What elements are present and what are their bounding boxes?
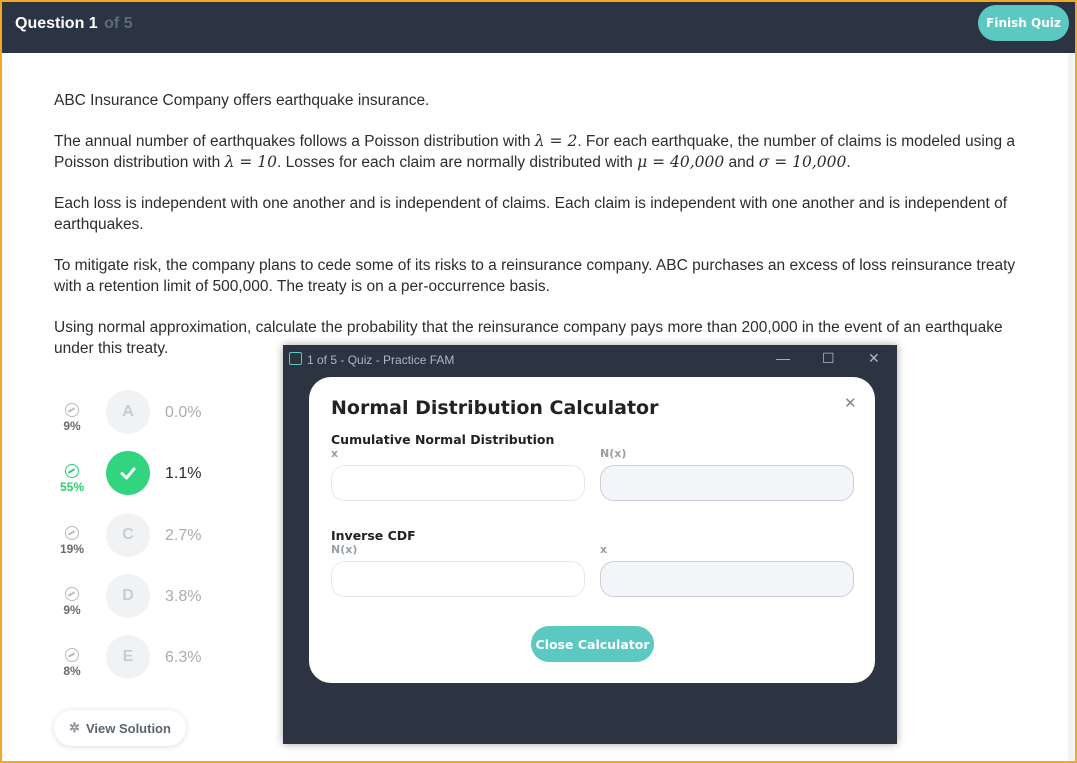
answer-value: 3.8% (165, 588, 202, 605)
cdf-nx-label: N(x) (600, 447, 627, 460)
option-b-button[interactable] (106, 451, 150, 495)
cdf-section-title: Cumulative Normal Distribution (331, 432, 555, 447)
text-segment: . Losses for each claim are normally dis… (276, 154, 638, 171)
option-a-button[interactable]: A (106, 390, 150, 434)
option-e-button[interactable]: E (106, 635, 150, 679)
inv-x-output[interactable] (600, 561, 854, 597)
option-c-button[interactable]: C (106, 513, 150, 557)
inv-x-label: x (600, 543, 608, 556)
text-segment: and (724, 154, 759, 171)
answer-value: 6.3% (165, 649, 202, 666)
cdf-nx-output[interactable] (600, 465, 854, 501)
cdf-x-input[interactable] (331, 465, 585, 501)
app-frame: Question 1 of 5 Finish Quiz ABC Insuranc… (2, 2, 1075, 761)
answer-value: 2.7% (165, 527, 202, 544)
math-sigma: σ = 10,000 (758, 153, 847, 171)
question-of: of 5 (104, 15, 133, 32)
question-paragraph-3: Each loss is independent with one anothe… (54, 195, 1008, 233)
answer-option-d[interactable]: 9% D 3.8% (54, 574, 254, 620)
answer-percent: 8% (63, 664, 81, 678)
edit-icon (289, 352, 302, 365)
finish-quiz-button[interactable]: Finish Quiz (978, 5, 1069, 41)
answer-stat: 9% (54, 587, 90, 617)
calculator-title: Normal Distribution Calculator (331, 397, 659, 419)
globe-icon (65, 648, 79, 662)
question-paragraph-2: The annual number of earthquakes follows… (54, 131, 1024, 173)
text-segment: . (846, 154, 851, 171)
cdf-x-label: x (331, 447, 339, 460)
answer-stat: 19% (54, 526, 90, 556)
globe-icon (65, 587, 79, 601)
answer-percent: 9% (63, 419, 81, 433)
answer-percent: 19% (59, 542, 85, 556)
question-counter: Question 1 of 5 (15, 15, 133, 33)
close-calculator-button[interactable]: Close Calculator (531, 626, 654, 662)
answer-option-b[interactable]: 55% 1.1% (54, 451, 254, 497)
top-bar: Question 1 of 5 Finish Quiz (2, 2, 1075, 53)
question-paragraph-4: To mitigate risk, the company plans to c… (54, 257, 1016, 295)
math-mu: μ = 40,000 (637, 153, 725, 171)
maximize-button[interactable]: ☐ (822, 350, 835, 367)
close-icon[interactable]: ✕ (844, 394, 857, 412)
sparkle-icon: ✲ (69, 720, 80, 735)
answer-value: 1.1% (165, 465, 202, 482)
view-solution-label: View Solution (85, 720, 171, 736)
math-lambda-2: λ = 10 (224, 153, 277, 171)
inverse-cdf-title: Inverse CDF (331, 528, 416, 543)
globe-icon (65, 403, 79, 417)
calculator-window: 1 of 5 - Quiz - Practice FAM — ☐ ✕ Norma… (283, 345, 897, 744)
answer-percent: 9% (63, 603, 81, 617)
window-close-button[interactable]: ✕ (868, 350, 880, 367)
globe-icon (65, 464, 79, 478)
page-scrollbar[interactable] (1068, 53, 1075, 761)
question-label: Question 1 (15, 15, 98, 32)
answer-option-c[interactable]: 19% C 2.7% (54, 513, 254, 559)
text-segment: The annual number of earthquakes follows… (54, 133, 535, 150)
globe-icon (65, 526, 79, 540)
question-text: ABC Insurance Company offers earthquake … (54, 90, 1024, 379)
answer-stat: 8% (54, 648, 90, 678)
minimize-button[interactable]: — (776, 350, 790, 366)
answer-stat: 55% (54, 464, 90, 494)
calculator-modal: Normal Distribution Calculator ✕ Cumulat… (309, 377, 875, 683)
answer-option-e[interactable]: 8% E 6.3% (54, 635, 254, 681)
answer-percent: 55% (59, 480, 85, 494)
answer-value: 0.0% (165, 404, 202, 421)
math-lambda-1: λ = 2 (534, 132, 578, 150)
inv-nx-label: N(x) (331, 543, 358, 556)
option-d-button[interactable]: D (106, 574, 150, 618)
inv-nx-input[interactable] (331, 561, 585, 597)
answer-option-a[interactable]: 9% A 0.0% (54, 390, 254, 436)
question-paragraph-1: ABC Insurance Company offers earthquake … (54, 92, 430, 109)
view-solution-button[interactable]: ✲ View Solution (54, 710, 186, 746)
answer-stat: 9% (54, 403, 90, 433)
check-icon (120, 467, 136, 480)
window-title: 1 of 5 - Quiz - Practice FAM (307, 353, 455, 367)
